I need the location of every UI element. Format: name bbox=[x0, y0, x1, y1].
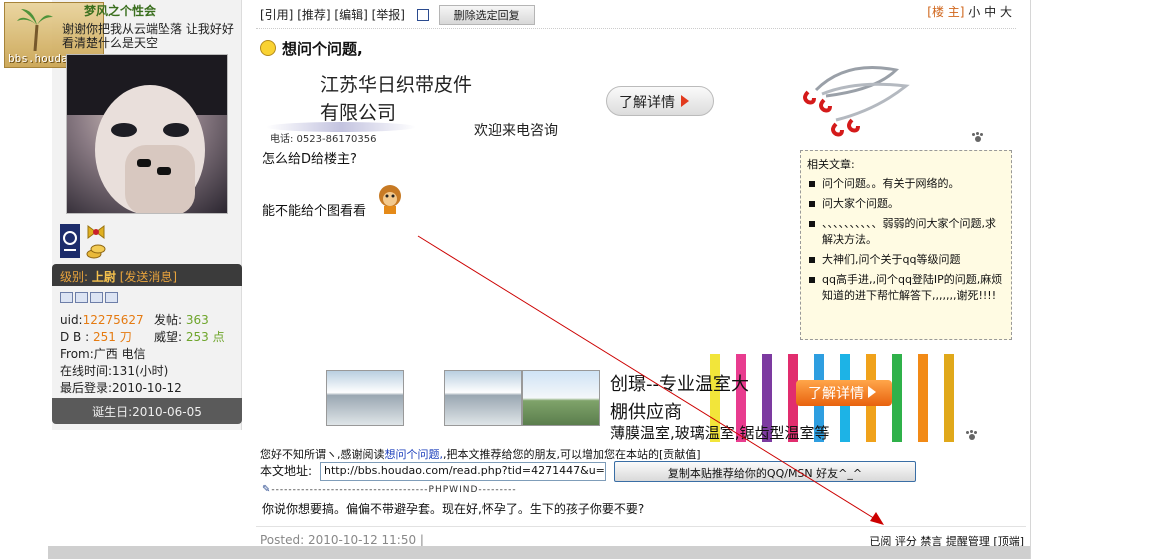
font-medium-link[interactable]: 中 bbox=[984, 5, 996, 19]
copy-url-button[interactable]: 复制本贴推荐给你的QQ/MSN 好友^_^ bbox=[614, 461, 916, 482]
user-signature: 谢谢你把我从云端坠落 让我好好看清楚什么是天空 bbox=[62, 22, 234, 50]
ad-company-line1: 江苏华日织带皮件 bbox=[320, 74, 473, 96]
share-prefix: 您好不知所谓ヽ,感谢阅读 bbox=[260, 448, 385, 461]
uid-label: uid: bbox=[60, 313, 83, 327]
username[interactable]: 梦风之个性会 bbox=[84, 2, 156, 19]
uid-value: 12275627 bbox=[82, 313, 144, 327]
related-item[interactable]: 问大家个问题。 bbox=[807, 196, 1005, 212]
ad2-learn-more-label: 了解详情 bbox=[808, 386, 864, 402]
paw-icon[interactable] bbox=[966, 430, 978, 440]
smiley-icon bbox=[260, 40, 276, 56]
related-item[interactable]: 问个问题。。有关于网络的。 bbox=[807, 176, 1005, 192]
palm-tree-icon bbox=[17, 9, 53, 51]
monkey-emoticon-icon bbox=[379, 185, 401, 214]
greenhouse-photo-2 bbox=[444, 370, 522, 426]
lifting-sling-image bbox=[803, 66, 910, 137]
last-login: 最后登录:2010-10-12 bbox=[60, 381, 182, 395]
report-link[interactable]: [举报] bbox=[372, 8, 405, 22]
db-value: 251 刀 bbox=[92, 330, 132, 344]
play-arrow-icon bbox=[868, 386, 876, 398]
posts-label: 发帖: bbox=[154, 313, 183, 327]
right-gutter bbox=[1030, 0, 1175, 559]
level-value: 上尉 bbox=[91, 270, 116, 284]
posted-time: Posted: 2010-10-12 11:50 | bbox=[260, 533, 424, 547]
share-notice: 您好不知所谓ヽ,感谢阅读想问个问题,,把本文推荐给您的朋友,可以增加您在本站的[… bbox=[260, 446, 701, 462]
select-checkbox[interactable] bbox=[416, 9, 429, 21]
post-main: [引用] [推荐] [编辑] [举报] 删除选定回复 [楼 主] 小 中 大 想… bbox=[246, 0, 1030, 548]
message-icon[interactable] bbox=[105, 292, 118, 303]
horizontal-scrollbar[interactable] bbox=[48, 546, 1030, 559]
signature-divider: ✎-------------------------------------PH… bbox=[262, 484, 662, 495]
medals bbox=[60, 224, 120, 260]
db-label: D B : bbox=[60, 330, 90, 344]
bow-medal-icon bbox=[87, 225, 105, 239]
send-message-link[interactable]: [发送消息] bbox=[120, 270, 177, 284]
left-gutter bbox=[0, 0, 48, 559]
prestige-label: 威望: bbox=[154, 330, 183, 344]
font-small-link[interactable]: 小 bbox=[968, 5, 980, 19]
coins-medal-icon bbox=[86, 244, 106, 259]
level-label: 级别: bbox=[60, 270, 89, 284]
ad-company-line2: 有限公司 bbox=[320, 102, 397, 124]
greenhouse-photo-3 bbox=[522, 370, 600, 426]
ad2-subtitle: 薄膜温室,玻璃温室,锯齿型温室等 bbox=[610, 424, 830, 442]
floor-owner-label[interactable]: [楼 主] bbox=[927, 5, 964, 19]
signature-divider-text: -------------------------------------PHP… bbox=[271, 485, 517, 495]
zodiac-badge-icon bbox=[60, 224, 80, 258]
divider bbox=[256, 526, 1026, 527]
prestige-value: 253 点 bbox=[185, 330, 225, 344]
ad-learn-more-button[interactable]: 了解详情 bbox=[606, 86, 714, 116]
ad-learn-more-label: 了解详情 bbox=[619, 95, 675, 111]
user-stats: uid:12275627 发帖: 363 D B : 251 刀 威望: 253 点… bbox=[60, 312, 240, 397]
add-friend-icon[interactable] bbox=[90, 292, 103, 303]
edit-link[interactable]: [编辑] bbox=[334, 8, 367, 22]
signature-text: 你说你想要搞。偏偏不带避孕套。现在好,怀孕了。生下的孩子你要不要? bbox=[262, 502, 645, 516]
related-item[interactable]: 大神们,问个关于qq等级问题 bbox=[807, 252, 1005, 268]
share-title-link[interactable]: 想问个问题, bbox=[385, 448, 444, 461]
ad2-title-line2: 棚供应商 bbox=[610, 402, 682, 423]
user-action-icons bbox=[60, 292, 140, 306]
ad-phone: 电话: 0523-86170356 bbox=[270, 134, 377, 145]
font-large-link[interactable]: 大 bbox=[1000, 5, 1012, 19]
greenhouse-photo-1 bbox=[326, 370, 404, 426]
ad-banner-belts[interactable]: 江苏华日织带皮件 有限公司 电话: 0523-86170356 欢迎来电咨询 了… bbox=[266, 60, 1016, 145]
birthday: 诞生日:2010-06-05 bbox=[52, 398, 242, 424]
post-title-text: 想问个问题, bbox=[282, 40, 363, 58]
related-title: 相关文章: bbox=[807, 158, 855, 171]
post-title: 想问个问题, bbox=[260, 38, 363, 59]
related-articles: 相关文章: 问个问题。。有关于网络的。 问大家个问题。 、、、、、、、、、、弱弱… bbox=[800, 150, 1012, 340]
url-label: 本文地址: bbox=[260, 464, 313, 478]
posts-value: 363 bbox=[185, 313, 209, 327]
ad2-learn-more-button[interactable]: 了解详情 bbox=[796, 380, 892, 406]
online-time: 在线时间:131(小时) bbox=[60, 364, 169, 378]
level-bar: 级别: 上尉 [发送消息] bbox=[52, 264, 242, 286]
ad-banner-greenhouse[interactable]: 创璟--专业温室大 棚供应商 薄膜温室,玻璃温室,锯齿型温室等 了解详情 bbox=[326, 350, 1016, 445]
ad-welcome: 欢迎来电咨询 bbox=[474, 123, 558, 139]
related-item[interactable]: qq高手进,,问个qq登陆IP的问题,麻烦知道的进下帮忙解答下,,,,,,,谢死… bbox=[807, 272, 1005, 304]
divider bbox=[256, 28, 1016, 29]
avatar bbox=[66, 54, 228, 214]
from-location: From:广西 电信 bbox=[60, 347, 146, 361]
post-line2: 能不能给个图看看 bbox=[262, 204, 367, 219]
paw-icon[interactable] bbox=[972, 132, 984, 142]
url-row: 本文地址: http://bbs.houdao.com/read.php?tid… bbox=[260, 461, 916, 482]
url-field[interactable]: http://bbs.houdao.com/read.php?tid=42714… bbox=[320, 462, 606, 481]
post-toolbar: [引用] [推荐] [编辑] [举报] 删除选定回复 bbox=[260, 5, 535, 25]
related-item[interactable]: 、、、、、、、、、、弱弱的问大家个问题,求解决方法。 bbox=[807, 216, 1005, 248]
edit-icon: ✎ bbox=[262, 484, 272, 495]
share-suffix: ,把本文推荐给您的朋友,可以增加您在本站的[贡献值] bbox=[443, 448, 701, 461]
play-arrow-icon bbox=[681, 95, 689, 107]
post-line1: 怎么给D给楼主? bbox=[262, 152, 357, 167]
floor-controls: [楼 主] 小 中 大 bbox=[927, 3, 1012, 20]
delete-selected-button[interactable]: 删除选定回复 bbox=[438, 5, 535, 25]
ad2-title-line1: 创璟--专业温室大 bbox=[610, 374, 749, 395]
profile-card-icon[interactable] bbox=[60, 292, 73, 303]
mobile-icon[interactable] bbox=[75, 292, 88, 303]
recommend-link[interactable]: [推荐] bbox=[297, 8, 330, 22]
quote-link[interactable]: [引用] bbox=[260, 8, 293, 22]
